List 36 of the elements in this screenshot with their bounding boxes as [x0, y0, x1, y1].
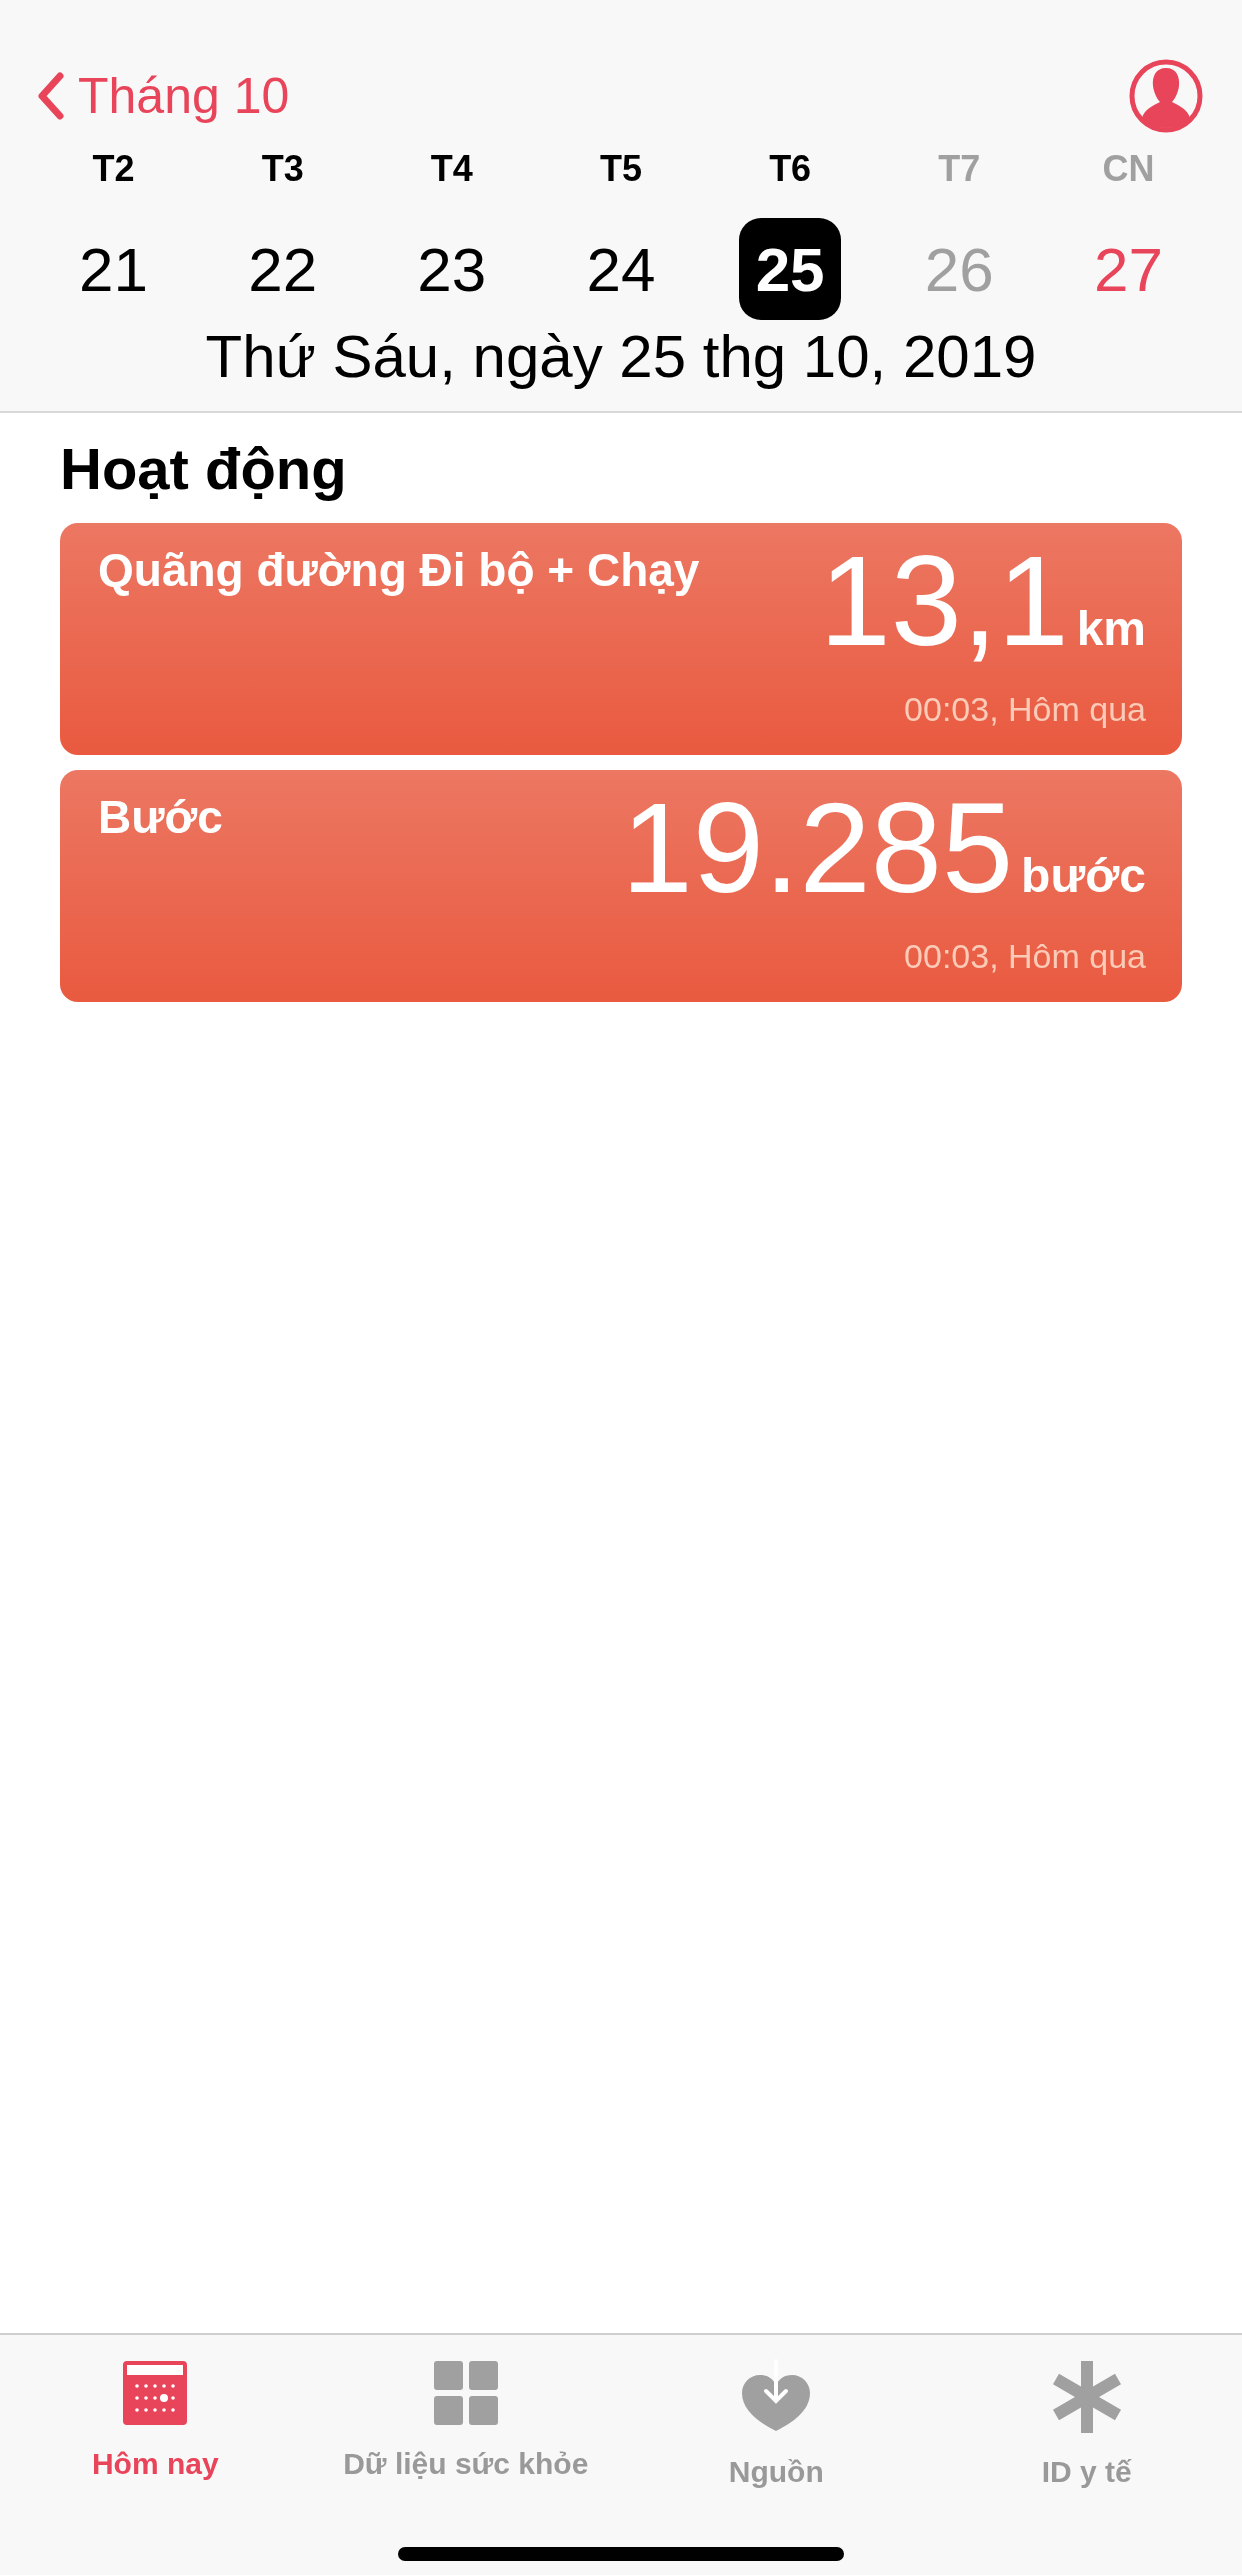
card-title: Quãng đường Đi bộ + Chạy — [98, 543, 700, 598]
day-button[interactable]: 23 — [400, 218, 503, 320]
metric-unit: km — [1076, 601, 1146, 656]
metric-value: 19.285 — [621, 784, 1014, 912]
weekday-label: T5 — [600, 148, 642, 190]
grid-icon — [431, 2359, 500, 2427]
activity-card[interactable]: Quãng đường Đi bộ + Chạy 13,1 km 00:03, Hôm qua — [60, 523, 1182, 755]
tab-item[interactable]: Dữ liệu sức khỏe — [310, 2359, 621, 2489]
calendar-icon — [121, 2359, 190, 2427]
timestamp: 00:03, Hôm qua — [904, 690, 1146, 729]
tab-item[interactable]: Hôm nay — [0, 2359, 311, 2489]
activity-card[interactable]: Bước 19.285 bước 00:03, Hôm qua — [60, 770, 1182, 1002]
selected-date: Thứ Sáu, ngày 25 thg 10, 2019 — [204, 322, 1038, 391]
asterisk-icon — [1050, 2359, 1123, 2435]
timestamp: 00:03, Hôm qua — [904, 937, 1146, 976]
weekday-label: T4 — [430, 148, 473, 190]
card-title: Bước — [98, 790, 223, 845]
weekday-label: T2 — [92, 148, 135, 190]
day-button[interactable]: 22 — [231, 218, 334, 320]
weekday-label: CN — [1102, 148, 1155, 190]
day-button[interactable]: 24 — [570, 218, 672, 320]
tab-item[interactable]: Nguồn — [621, 2359, 932, 2489]
day-button[interactable]: 27 — [1077, 218, 1180, 320]
tab-item[interactable]: ID y tế — [931, 2359, 1242, 2489]
metric-unit: bước — [1021, 848, 1146, 903]
section-title: Hoạt động — [60, 435, 348, 502]
day-button[interactable]: 26 — [908, 218, 1011, 320]
day-button[interactable]: 21 — [62, 218, 165, 320]
profile-icon[interactable] — [1128, 58, 1204, 134]
back-button[interactable]: Tháng 10 — [38, 67, 290, 125]
chevron-left-icon — [38, 72, 64, 120]
weekday-label: T6 — [769, 148, 812, 190]
weekday-label: T3 — [261, 148, 304, 190]
day-button[interactable]: 25 — [739, 218, 842, 320]
weekday-label: T7 — [938, 148, 981, 190]
metric-value: 13,1 — [819, 537, 1069, 665]
